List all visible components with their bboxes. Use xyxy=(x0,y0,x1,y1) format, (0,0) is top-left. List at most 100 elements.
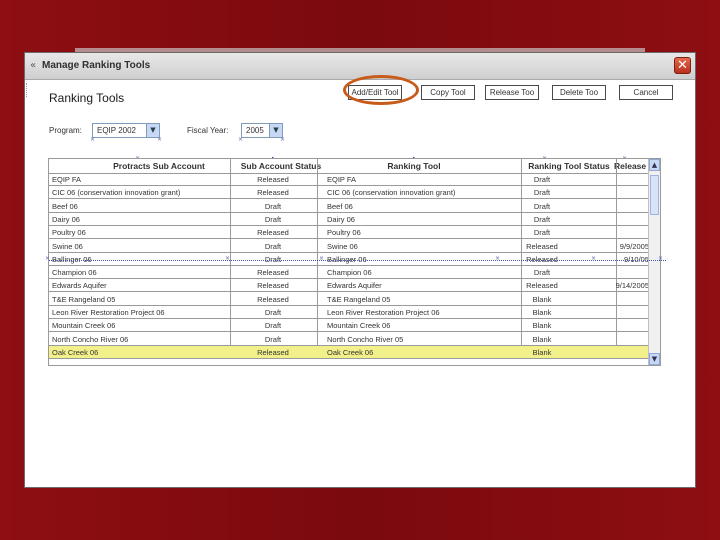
table-row[interactable]: Oak Creek 06 Released Oak Creek 06 Blank xyxy=(49,345,650,359)
table-cell-sub-status: Draft xyxy=(264,334,282,344)
fiscal-year-select[interactable]: 2005 ▼ xyxy=(241,123,283,138)
table-cell-tool-status: Draft xyxy=(533,188,551,198)
handle-marker-icon: × xyxy=(591,255,597,262)
table-cell-tool: North Concho River 05 xyxy=(327,334,404,344)
table-cell-tool: Edwards Aquifer xyxy=(327,281,382,291)
title-bar[interactable]: « Manage Ranking Tools ✕ xyxy=(25,53,695,80)
table-row[interactable]: Mountain Creek 06 Draft Mountain Creek 06 B… xyxy=(49,319,650,333)
table-cell-tool-status: Blank xyxy=(532,308,552,317)
column-header-ranking-tool[interactable]: Ranking Tool xyxy=(349,161,479,171)
table-cell-sub-account: Swine 06 xyxy=(52,241,83,251)
table-cell-tool-status: Blank xyxy=(532,294,552,304)
table-row[interactable]: CIC 06 (conservation innovation grant) Re… xyxy=(49,186,650,200)
resize-marker xyxy=(26,83,30,97)
table-row[interactable]: EQIP FA Released EQIP FA Draft xyxy=(49,173,650,186)
fiscal-year-label: Fiscal Year: xyxy=(187,126,229,135)
table-cell-sub-status: Draft xyxy=(264,214,282,224)
handle-marker-icon: × xyxy=(319,255,325,262)
table-cell-sub-status: Released xyxy=(257,294,289,304)
scroll-up-icon[interactable]: ▲ xyxy=(649,159,660,171)
table-row[interactable]: Poultry 06 Released Poultry 06 Draft xyxy=(49,226,650,240)
handle-marker-icon: × xyxy=(658,255,664,262)
scroll-down-icon[interactable]: ▼ xyxy=(649,353,660,365)
table-row[interactable]: Dairy 06 Draft Dairy 06 Draft xyxy=(49,213,650,226)
table-cell-tool-status: Draft xyxy=(533,175,551,184)
table-cell-tool: EQIP FA xyxy=(327,175,357,184)
handle-marker-icon: × xyxy=(45,255,51,262)
ranking-tools-grid[interactable]: Protracts Sub Account Sub Account Status… xyxy=(48,158,661,366)
program-label: Program: xyxy=(49,126,82,135)
table-cell-tool-status: Blank xyxy=(532,334,552,344)
delete-tool-button[interactable]: Delete Too xyxy=(552,85,606,100)
table-cell-tool-status: Blank xyxy=(532,347,552,357)
copy-tool-button[interactable]: Copy Tool xyxy=(421,85,475,100)
table-row[interactable]: T&E Rangeland 05 Released T&E Rangeland 05… xyxy=(49,293,650,306)
handle-marker-icon: × xyxy=(90,136,96,143)
program-select[interactable]: EQIP 2002 ▼ xyxy=(92,123,160,138)
table-cell-tool-status: Released xyxy=(526,281,558,291)
table-cell-release-date: 9/9/2005 xyxy=(619,241,649,251)
table-row[interactable]: North Concho River 06 Draft North Concho R… xyxy=(49,333,650,346)
selection-guide xyxy=(49,260,666,262)
table-cell-sub-status: Draft xyxy=(264,201,282,211)
manage-ranking-tools-window: « Manage Ranking Tools ✕ Ranking Tools A… xyxy=(24,52,696,488)
column-header-sub-status[interactable]: Sub Account Status xyxy=(231,161,331,171)
column-header-tool-status[interactable]: Ranking Tool Status xyxy=(523,161,615,171)
table-row[interactable]: Champion 06 Released Champion 06 Draft xyxy=(49,266,650,280)
table-cell-sub-status: Released xyxy=(257,347,289,357)
table-cell-tool: Champion 06 xyxy=(327,268,372,278)
table-cell-sub-account: Leon River Restoration Project 06 xyxy=(52,308,165,317)
program-value: EQIP 2002 xyxy=(97,126,136,135)
table-cell-release-date: 9/14/2005 xyxy=(615,281,649,291)
table-cell-tool-status: Draft xyxy=(533,228,551,238)
table-cell-sub-status: Draft xyxy=(264,241,282,251)
scroll-thumb[interactable] xyxy=(650,175,659,215)
release-tool-button[interactable]: Release Too xyxy=(485,85,539,100)
table-cell-sub-status: Released xyxy=(257,268,289,278)
grid-scrollbar[interactable]: ▲ ▼ xyxy=(648,159,660,365)
table-cell-sub-account: Mountain Creek 06 xyxy=(52,321,116,331)
table-cell-tool-status: Draft xyxy=(533,201,551,211)
table-row[interactable]: Leon River Restoration Project 06 Draft Le… xyxy=(49,306,650,319)
handle-marker-icon: × xyxy=(495,255,501,262)
table-cell-tool: Mountain Creek 06 xyxy=(327,321,391,331)
close-button[interactable]: ✕ xyxy=(674,57,691,74)
table-row[interactable]: Swine 06 Draft Swine 06 Released 9/9/2005 xyxy=(49,240,650,253)
handle-marker-icon: × xyxy=(157,136,163,143)
page-title: Ranking Tools xyxy=(49,91,125,105)
add-edit-tool-button[interactable]: Add/Edit Tool xyxy=(348,85,402,100)
table-cell-sub-account: Champion 06 xyxy=(52,268,97,278)
window-menu-icon[interactable]: « xyxy=(30,60,36,71)
fiscal-year-value: 2005 xyxy=(246,126,264,135)
table-cell-tool: CIC 06 (conservation innovation grant) xyxy=(327,188,456,198)
column-header-release-date[interactable]: Release Date xyxy=(614,161,660,171)
table-cell-tool: Dairy 06 xyxy=(327,214,355,224)
table-cell-sub-status: Released xyxy=(257,228,289,238)
table-row[interactable]: Edwards Aquifer Released Edwards Aquifer Re… xyxy=(49,279,650,293)
table-cell-tool: Poultry 06 xyxy=(327,228,361,238)
table-cell-sub-status: Released xyxy=(257,175,289,184)
table-cell-tool: Swine 06 xyxy=(327,241,358,251)
table-cell-sub-account: Oak Creek 06 xyxy=(52,347,99,357)
handle-marker-icon: × xyxy=(225,255,231,262)
table-cell-sub-status: Released xyxy=(257,281,289,291)
table-cell-tool-status: Blank xyxy=(532,321,552,331)
table-cell-tool-status: Released xyxy=(526,241,558,251)
table-cell-tool: T&E Rangeland 05 xyxy=(327,294,391,304)
table-cell-tool: Leon River Restoration Project 06 xyxy=(327,308,440,317)
cancel-button[interactable]: Cancel xyxy=(619,85,673,100)
table-cell-sub-status: Draft xyxy=(264,308,282,317)
table-cell-sub-status: Draft xyxy=(264,321,282,331)
table-cell-sub-account: CIC 06 (conservation innovation grant) xyxy=(52,188,181,198)
table-cell-sub-status: Released xyxy=(257,188,289,198)
table-row[interactable]: Beef 06 Draft Beef 06 Draft xyxy=(49,200,650,213)
window-title: Manage Ranking Tools xyxy=(42,60,151,71)
table-cell-sub-account: Edwards Aquifer xyxy=(52,281,107,291)
table-cell-tool-status: Draft xyxy=(533,268,551,278)
column-header-sub-account[interactable]: Protracts Sub Account xyxy=(89,161,229,171)
handle-marker-icon: × xyxy=(238,136,244,143)
table-cell-tool: Oak Creek 06 xyxy=(327,347,374,357)
table-cell-sub-account: Dairy 06 xyxy=(52,214,80,224)
grid-header: Protracts Sub Account Sub Account Status… xyxy=(49,159,660,174)
table-cell-sub-account: Beef 06 xyxy=(52,201,78,211)
